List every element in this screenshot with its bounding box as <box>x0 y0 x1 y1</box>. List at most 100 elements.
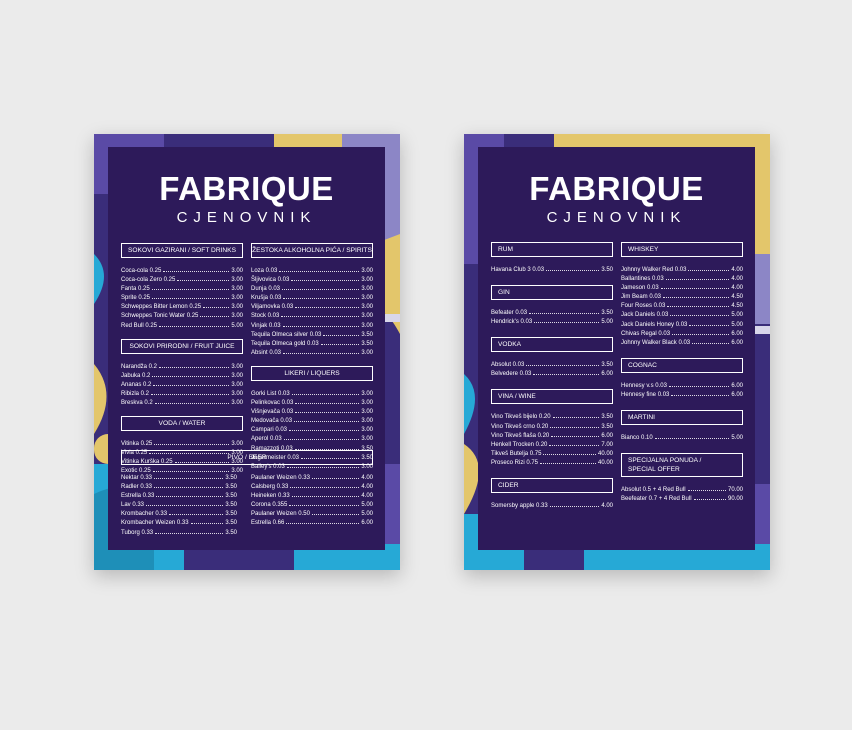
item-name: Johnny Walker Red 0.03 <box>621 267 687 273</box>
item-price: 3.00 <box>231 295 243 302</box>
item-price: 3.50 <box>225 502 237 509</box>
item-price: 3.50 <box>601 267 613 273</box>
menu-item: Višnjevača 0.03 3.00 <box>251 407 373 416</box>
item-name: Jabuka 0.2 <box>121 372 151 379</box>
section-cider: CIDER Somersby apple 0.33 4.00 <box>491 478 613 510</box>
item-price: 3.00 <box>231 372 243 379</box>
menu-item: Narandža 0.2 3.00 <box>121 362 243 371</box>
item-name: Bianco 0.10 <box>621 435 653 442</box>
section-special-offer: SPECIJALNA PONUDA / SPECIAL OFFER Absolu… <box>621 453 743 503</box>
section-cognac: COGNAC Hennesy v.s 0.03 6.00 Hennesy fine … <box>621 357 743 399</box>
section-header: LIKERI / LIQUERS <box>251 365 373 381</box>
menu-item: Calsberg 0.33 4.00 <box>251 482 373 491</box>
item-name: Pelinkovac 0.03 <box>251 400 294 407</box>
item-price: 7.00 <box>601 441 613 448</box>
dot-leader <box>665 274 730 281</box>
menu-item: Hendrick's 0.03 5.00 <box>491 317 613 326</box>
dot-leader <box>169 509 224 516</box>
item-price: 5.00 <box>231 322 243 329</box>
item-price: 3.50 <box>601 310 613 317</box>
menu-item: Pelinkovac 0.03 3.00 <box>251 398 373 407</box>
menu-item: Corona 0.355 5.00 <box>251 500 373 509</box>
item-name: Coca-cola Zero 0.25 <box>121 277 176 284</box>
item-name: Jack Daniels 0.03 <box>621 312 669 319</box>
dot-leader <box>282 284 360 291</box>
dot-leader <box>290 482 360 489</box>
dot-leader <box>153 380 230 386</box>
menu-item: Somersby apple 0.33 4.00 <box>491 501 613 510</box>
dot-leader <box>693 494 726 501</box>
item-price: 3.00 <box>231 268 243 274</box>
menu-item: Estrella 0.66 6.00 <box>251 518 373 527</box>
item-price: 3.50 <box>601 362 613 369</box>
item-price: 3.50 <box>225 520 237 527</box>
item-name: Dunja 0.03 <box>251 286 281 293</box>
dot-leader <box>295 407 360 414</box>
dot-leader <box>283 434 360 441</box>
item-price: 3.00 <box>361 390 373 397</box>
dot-leader <box>550 422 600 428</box>
item-name: Havana Club 3 0.03 <box>491 267 545 273</box>
item-price: 3.00 <box>361 304 373 311</box>
section-vodka: VODKA Absolut 0.03 3.50 Belvedere 0.03 6.00 <box>491 337 613 378</box>
menu-item: Absint 0.03 3.00 <box>251 348 373 357</box>
section-header: SOKOVI GAZIRANI / SOFT DRINKS <box>121 243 243 258</box>
dot-leader <box>549 440 600 446</box>
item-name: Coca-cola 0.25 <box>121 268 162 274</box>
item-name: Somersby apple 0.33 <box>491 503 548 510</box>
item-price: 6.00 <box>731 339 743 346</box>
menu-item: Aperol 0.03 3.00 <box>251 434 373 443</box>
item-name: Aperol 0.03 <box>251 436 282 443</box>
menu-item: Dunja 0.03 3.00 <box>251 284 373 293</box>
item-name: Heineken 0.33 <box>251 493 290 500</box>
item-price: 4.50 <box>731 303 743 310</box>
item-name: Hennesy fine 0.03 <box>621 391 670 398</box>
item-price: 3.50 <box>225 529 237 536</box>
dot-leader <box>294 416 360 423</box>
menu-item: Beefeater 0.7 + 4 Red Bull 90.00 <box>621 494 743 503</box>
item-price: 3.50 <box>601 423 613 430</box>
dot-leader <box>323 330 360 336</box>
section-beer: PIVO / BEER Nektar 0.33 3.50 Radler 0.33 3.… <box>121 450 373 543</box>
item-price: 3.50 <box>361 340 373 347</box>
item-price: 90.00 <box>727 496 743 503</box>
menu-item: Hennesy fine 0.03 6.00 <box>621 390 743 399</box>
section-header: VINA / WINE <box>491 389 613 405</box>
dot-leader <box>552 412 600 419</box>
item-name: Campari 0.03 <box>251 427 288 434</box>
section-rum: RUM Havana Club 3 0.03 3.50 <box>491 242 613 274</box>
menu-item: Vinjak 0.03 3.00 <box>251 321 373 330</box>
item-price: 3.00 <box>361 409 373 416</box>
menu-item: Heineken 0.33 4.00 <box>251 491 373 500</box>
item-price: 3.00 <box>361 349 373 356</box>
menu-title: FABRIQUE <box>529 170 704 207</box>
item-price: 3.50 <box>225 484 237 491</box>
menu-item: Radler 0.33 3.50 <box>121 482 237 491</box>
dot-leader <box>546 265 600 271</box>
item-name: Fanta 0.25 <box>121 286 150 293</box>
item-name: Vino Tikveš crno 0.20 <box>491 423 549 430</box>
dot-leader <box>151 389 230 395</box>
item-name: Vino Tikveš flaša 0.20 <box>491 432 550 439</box>
item-name: Krombacher Weizen 0.33 <box>121 520 189 527</box>
menu-item: Schweppes Bitter Lemon 0.25 3.00 <box>121 302 243 311</box>
item-name: Corona 0.355 <box>251 502 288 509</box>
section-spirits: ŽESTOKA ALKOHOLNA PIĆA / SPIRITS Loza 0.… <box>251 243 373 357</box>
menu-item: Hennesy v.s 0.03 6.00 <box>621 381 743 390</box>
dot-leader <box>282 321 360 327</box>
left-column: RUM Havana Club 3 0.03 3.50 GIN Befeater … <box>491 242 613 519</box>
item-name: Višnjevača 0.03 <box>251 409 294 416</box>
item-name: Schweppes Tonic Water 0.25 <box>121 313 199 320</box>
item-price: 3.00 <box>231 381 243 388</box>
menu-title: FABRIQUE <box>159 170 334 207</box>
menu-item: Breskva 0.2 3.00 <box>121 398 243 407</box>
item-name: Hennesy v.s 0.03 <box>621 382 667 389</box>
item-price: 3.00 <box>361 427 373 434</box>
item-price: 3.00 <box>361 400 373 407</box>
dot-leader <box>146 500 224 507</box>
item-price: 3.00 <box>231 400 243 407</box>
item-price: 4.50 <box>731 294 743 301</box>
dot-leader <box>671 390 730 396</box>
menu-item: Vino Tikveš crno 0.20 3.50 <box>491 422 613 431</box>
item-price: 4.00 <box>731 285 743 292</box>
